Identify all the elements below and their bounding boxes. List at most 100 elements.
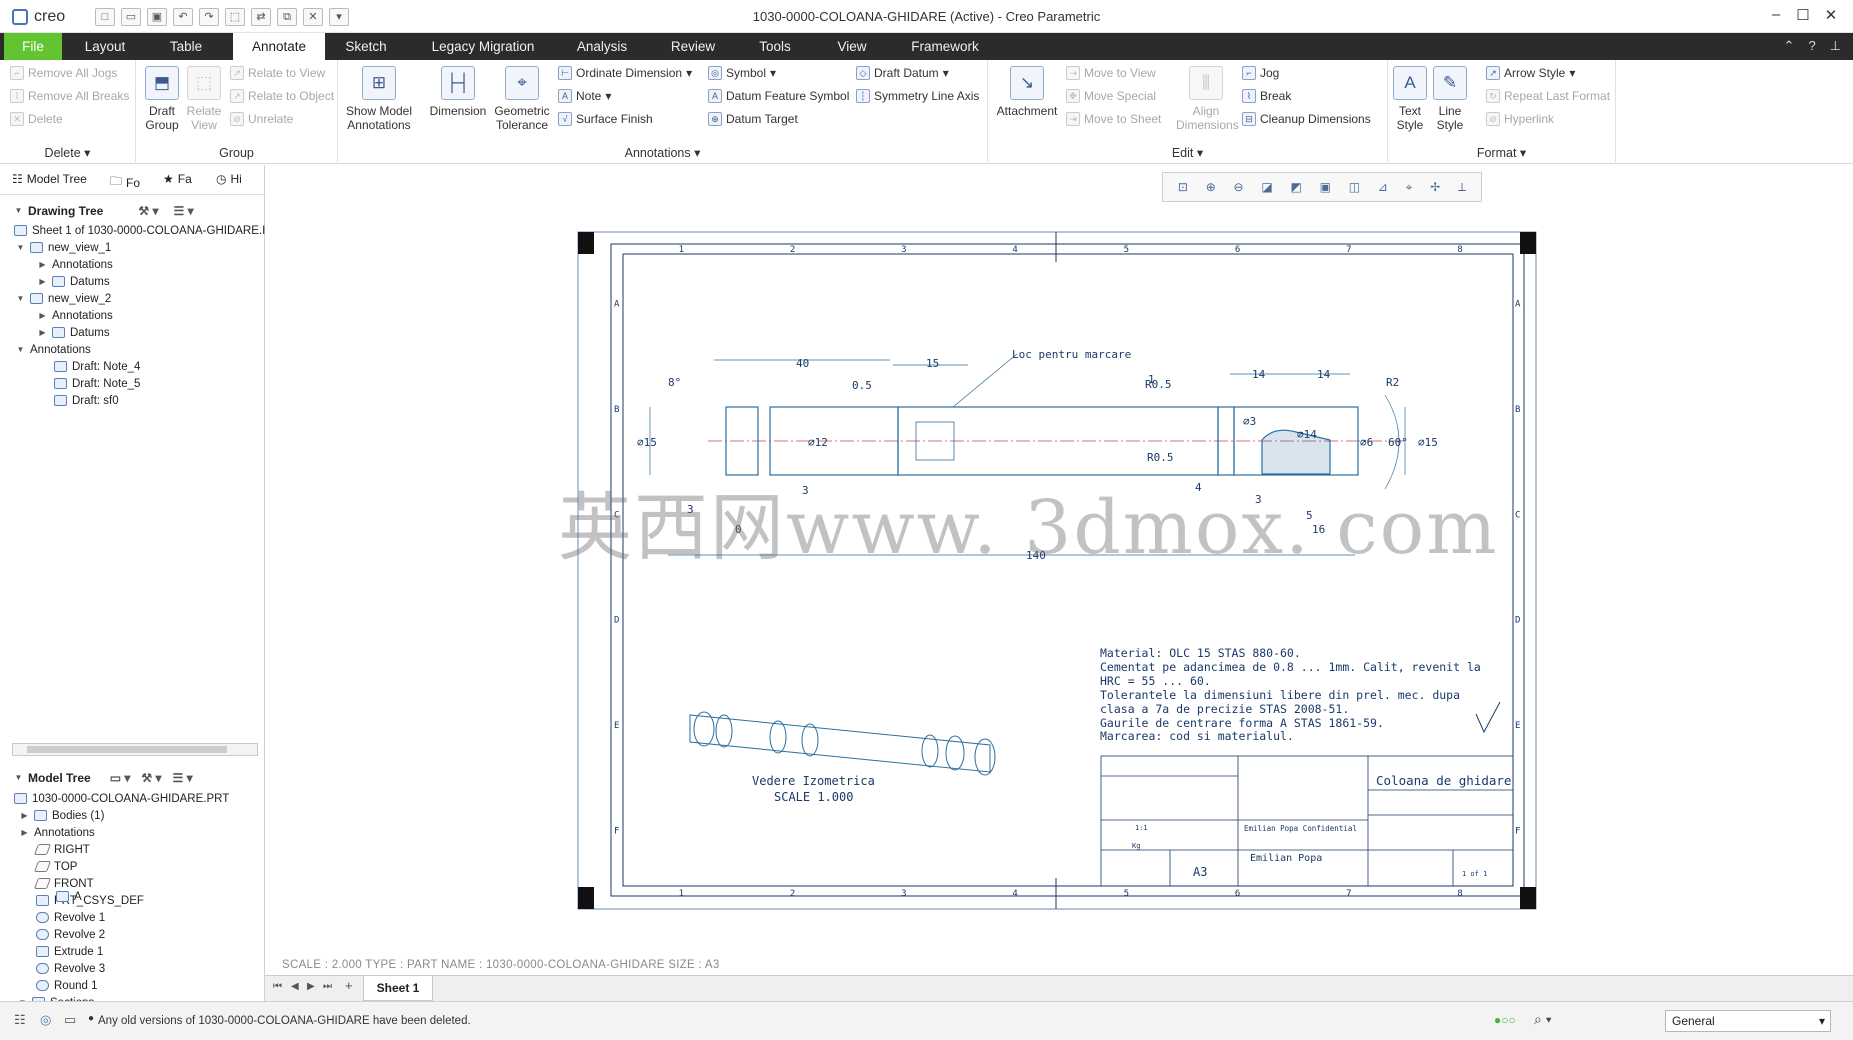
zone-row-label: C <box>614 510 619 520</box>
last-sheet-icon[interactable]: ⏭ <box>323 981 332 992</box>
zone-column-label: 2 <box>790 245 795 255</box>
title-block-texts: Coloana de ghidare Emilian Popa Confiden… <box>1132 773 1511 879</box>
note-line: Gaurile de centrare forma A STAS 1861-59… <box>1100 716 1384 730</box>
next-sheet-icon[interactable]: ▶ <box>307 981 315 992</box>
dim-dia-15: ⌀15 <box>1418 436 1438 449</box>
find-icon[interactable]: ⌕ ▾ <box>1534 1011 1552 1028</box>
zone-column-label: 1 <box>679 245 684 255</box>
sheet-border-outer <box>610 243 1525 897</box>
zone-column-label: 2 <box>790 889 795 899</box>
selection-filter-value: General <box>1672 1014 1715 1028</box>
technical-notes: Material: OLC 15 STAS 880-60. Cementat p… <box>1100 646 1481 743</box>
size-text: A3 <box>1193 865 1207 879</box>
dim-dia-14: ⌀14 <box>1297 428 1317 441</box>
dim-4: 4 <box>1195 481 1202 494</box>
zone-row-label: A <box>614 300 620 310</box>
note-line: Cementat pe adancimea de 0.8 ... 1mm. Ca… <box>1100 660 1481 674</box>
selection-filter[interactable]: General ▾ <box>1665 1010 1831 1032</box>
status-message: Any old versions of 1030-0000-COLOANA-GH… <box>98 1015 471 1027</box>
dim-3: 3 <box>687 503 694 516</box>
message-bullet-icon: ● <box>88 1013 95 1024</box>
chevron-down-icon: ▾ <box>1818 1014 1825 1028</box>
corner-mark <box>1520 232 1536 254</box>
dim-3: 3 <box>802 484 809 497</box>
dim-140: 140 <box>1026 549 1046 562</box>
dim-16: 16 <box>1312 523 1325 536</box>
zone-row-label: F <box>1515 826 1520 836</box>
first-sheet-icon[interactable]: ⏮ <box>273 981 282 992</box>
dim-r2: R2 <box>1386 376 1399 389</box>
note-line: Marcarea: cod si materialul. <box>1100 729 1294 743</box>
corner-marks <box>578 232 1536 909</box>
zone-column-label: 6 <box>1235 889 1240 899</box>
dim-1: 1 <box>1148 373 1155 386</box>
dim-angle-60: 60° <box>1388 436 1408 449</box>
corner-mark <box>1520 887 1536 909</box>
iso-body <box>689 714 991 773</box>
zone-column-label: 8 <box>1457 245 1462 255</box>
isometric-view <box>689 711 996 776</box>
regen-status-icon: ●○○ <box>1494 1013 1516 1027</box>
part-name: Coloana de ghidare <box>1376 773 1511 788</box>
zone-column-label: 5 <box>1124 245 1129 255</box>
confidential-text: Emilian Popa Confidential <box>1244 824 1357 833</box>
dim-dia-3: ⌀3 <box>1243 415 1256 428</box>
iso-ring <box>769 720 787 754</box>
dim-40: 40 <box>796 357 809 370</box>
browser-toggle-icon[interactable]: ◎ <box>40 1012 51 1028</box>
weight-text: Kg <box>1132 842 1140 850</box>
dim-0-5: 0.5 <box>852 379 872 392</box>
iso-ring <box>921 734 939 768</box>
dim-dia-6: ⌀6 <box>1360 436 1373 449</box>
fullscreen-icon[interactable]: ▭ <box>64 1012 76 1028</box>
sheet-outline <box>577 231 1537 910</box>
dim-14: 14 <box>1252 368 1266 381</box>
zone-column-label: 7 <box>1346 245 1351 255</box>
previous-sheet-icon[interactable]: ◀ <box>291 981 299 992</box>
zone-column-label: 4 <box>1012 889 1017 899</box>
shaft-section <box>769 406 899 476</box>
corner-mark <box>578 232 594 254</box>
zone-column-label: 5 <box>1124 889 1129 899</box>
dim-3: 3 <box>1255 493 1262 506</box>
zone-row-label: B <box>1515 405 1520 415</box>
zone-column-label: 4 <box>1012 245 1017 255</box>
note-line: clasa a 7a de precizie STAS 2008-51. <box>1100 702 1349 716</box>
iso-label: Vedere Izometrica <box>752 774 875 788</box>
zone-row-label: C <box>1515 510 1520 520</box>
navigator-toggle-icon[interactable]: ☷ <box>14 1012 26 1028</box>
iso-end <box>693 711 715 747</box>
marking-note: Loc pentru marcare <box>1012 348 1131 361</box>
zone-row-label: B <box>614 405 619 415</box>
dim-r0-5: R0.5 <box>1147 451 1174 464</box>
dim-0: 0 <box>735 523 742 536</box>
surface-finish-symbol <box>1475 701 1501 734</box>
zone-labels: 1 1 2 2 3 3 4 4 5 5 6 6 7 7 8 8 A A B B C C D D E E F F <box>614 245 1521 899</box>
zone-column-label: 6 <box>1235 245 1240 255</box>
zone-column-label: 7 <box>1346 889 1351 899</box>
zone-row-label: E <box>1515 721 1520 731</box>
drawing-sheet[interactable]: 1122334455667788A AB BC CD DE EF F 40 15 0.5 L… <box>0 0 1853 1040</box>
note-line: Material: OLC 15 STAS 880-60. <box>1100 646 1301 660</box>
zone-row-label: E <box>614 721 619 731</box>
dim-5: 5 <box>1306 509 1313 522</box>
center-hole-hatch <box>1261 429 1331 475</box>
zone-column-label: 1 <box>679 889 684 899</box>
sheet-bar: ⏮ ◀ ▶ ⏭ + Sheet 1 <box>265 975 1853 1001</box>
dim-dia-12: ⌀12 <box>808 436 828 449</box>
dim-angle-8: 8° <box>668 376 681 389</box>
iso-ring <box>801 723 819 757</box>
note-line: Tolerantele la dimensiuni libere din pre… <box>1100 688 1460 702</box>
dim-14: 14 <box>1317 368 1331 381</box>
sheet-info: SCALE : 2.000 TYPE : PART NAME : 1030-00… <box>282 959 720 971</box>
zone-column-label: 8 <box>1457 889 1462 899</box>
author-text: Emilian Popa <box>1250 853 1322 864</box>
sheet-tab[interactable]: Sheet 1 <box>363 976 433 1001</box>
dim-15: 15 <box>926 357 939 370</box>
iso-scale: SCALE 1.000 <box>774 790 853 804</box>
scale-text: 1:1 <box>1135 824 1148 832</box>
note-line: HRC = 55 ... 60. <box>1100 674 1211 688</box>
add-sheet-icon[interactable]: + <box>345 978 353 993</box>
dim-dia-15: ⌀15 <box>637 436 657 449</box>
zone-column-label: 3 <box>901 889 906 899</box>
